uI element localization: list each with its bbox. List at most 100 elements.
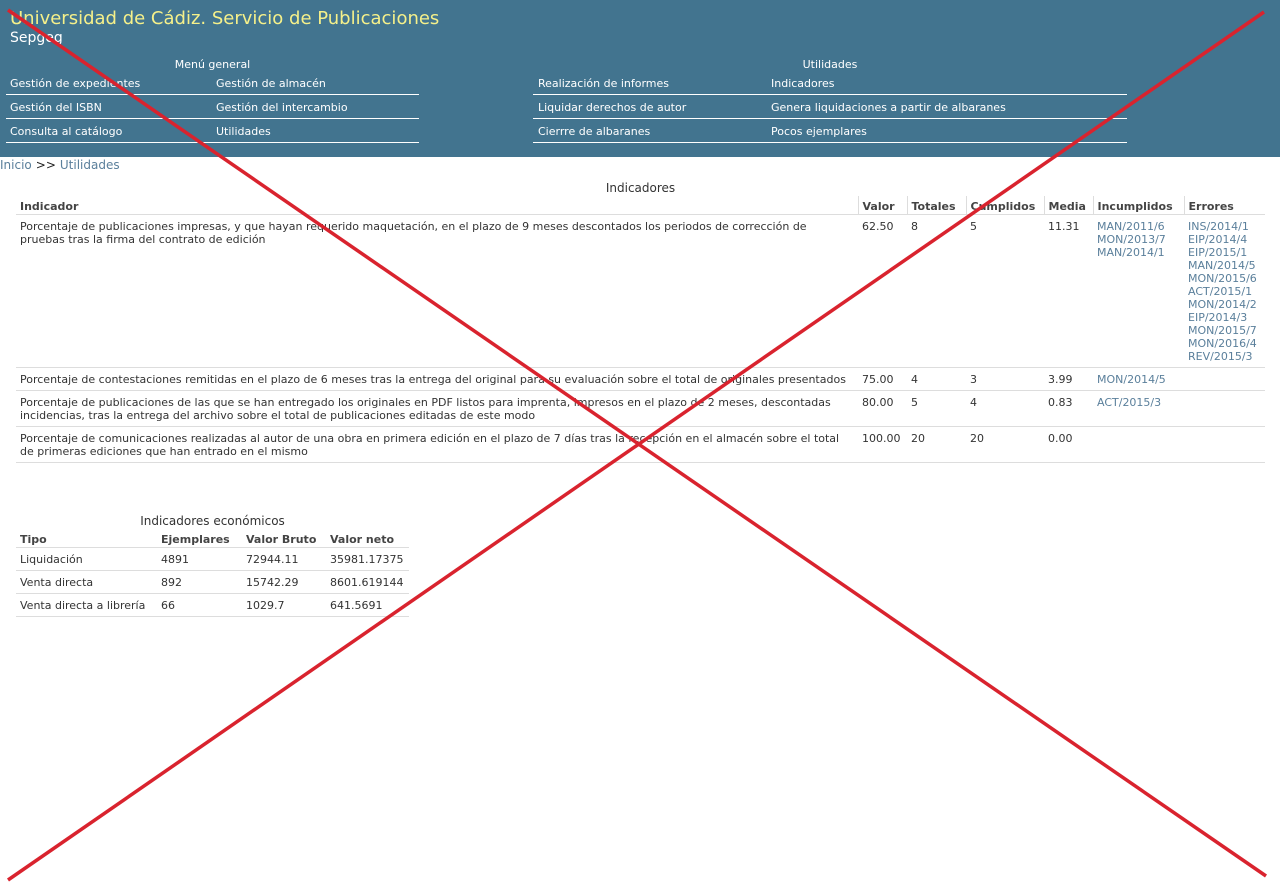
indicadores-body: Porcentaje de publicaciones impresas, y …: [16, 214, 1265, 463]
site-header: Universidad de Cádiz. Servicio de Public…: [0, 0, 1280, 157]
error-link[interactable]: MON/2015/6: [1188, 272, 1260, 285]
menu-item-genera-liquidaciones[interactable]: Genera liquidaciones a partir de albaran…: [771, 101, 1006, 114]
tipo-cell: Venta directa: [16, 570, 157, 594]
valor-cell: 80.00: [858, 390, 907, 427]
incumplidos-cell: ACT/2015/3: [1093, 390, 1184, 427]
site-title: Universidad de Cádiz. Servicio de Public…: [10, 8, 440, 29]
cumplidos-cell: 4: [966, 390, 1044, 427]
incumplido-link[interactable]: ACT/2015/3: [1097, 396, 1179, 409]
valor-cell: 100.00: [858, 426, 907, 463]
table-row: Porcentaje de comunicaciones realizadas …: [16, 426, 1265, 463]
incumplido-link[interactable]: MON/2014/5: [1097, 373, 1179, 386]
media-cell: 3.99: [1044, 367, 1093, 391]
economicos-header-row: Tipo Ejemplares Valor Bruto Valor neto: [16, 529, 409, 548]
menu-general-row: Gestión del ISBN Gestión del intercambio: [6, 95, 419, 119]
menu-general-title: Menú general: [174, 58, 251, 71]
menu-item-consulta-catalogo[interactable]: Consulta al catálogo: [10, 125, 122, 138]
errores-cell: [1184, 367, 1265, 391]
table-row: Porcentaje de publicaciones de las que s…: [16, 390, 1265, 427]
menu-item-gestion-isbn[interactable]: Gestión del ISBN: [10, 101, 102, 114]
totales-cell: 20: [907, 426, 966, 463]
column-header-cumplidos: Cumplidos: [965, 196, 1044, 215]
column-header-media: Media: [1043, 196, 1093, 215]
media-cell: 0.83: [1044, 390, 1093, 427]
error-link[interactable]: EIP/2014/3: [1188, 311, 1260, 324]
error-link[interactable]: EIP/2014/4: [1188, 233, 1260, 246]
table-row: Porcentaje de publicaciones impresas, y …: [16, 214, 1265, 368]
error-link[interactable]: MON/2016/4: [1188, 337, 1260, 350]
valor-bruto-cell: 72944.11: [242, 547, 326, 571]
table-row: Venta directa a librería 66 1029.7 641.5691: [16, 593, 409, 617]
error-link[interactable]: INS/2014/1: [1188, 220, 1260, 233]
column-header-valor-bruto: Valor Bruto: [242, 529, 326, 548]
indicador-cell: Porcentaje de publicaciones impresas, y …: [16, 214, 858, 368]
totales-cell: 4: [907, 367, 966, 391]
menu-item-gestion-expedientes[interactable]: Gestión de expedientes: [10, 77, 140, 90]
incumplidos-cell: MON/2014/5: [1093, 367, 1184, 391]
indicadores-header-row: Indicador Valor Totales Cumplidos Media …: [16, 196, 1265, 215]
economicos-caption: Indicadores económicos: [140, 514, 285, 528]
ejemplares-cell: 892: [157, 570, 242, 594]
menu-item-gestion-almacen[interactable]: Gestión de almacén: [216, 77, 326, 90]
indicador-cell: Porcentaje de comunicaciones realizadas …: [16, 426, 858, 463]
totales-cell: 8: [907, 214, 966, 368]
column-header-totales: Totales: [906, 196, 966, 215]
economicos-body: Liquidación 4891 72944.11 35981.17375 Venta …: [16, 547, 409, 617]
error-link[interactable]: MON/2015/7: [1188, 324, 1260, 337]
cumplidos-cell: 5: [966, 214, 1044, 368]
incumplido-link[interactable]: MON/2013/7: [1097, 233, 1179, 246]
column-header-valor: Valor: [857, 196, 907, 215]
breadcrumb-current-link[interactable]: Utilidades: [60, 158, 120, 172]
menu-general-row: Gestión de expedientes Gestión de almacé…: [6, 71, 419, 95]
valor-bruto-cell: 15742.29: [242, 570, 326, 594]
tipo-cell: Liquidación: [16, 547, 157, 571]
menu-utilidades-title: Utilidades: [802, 58, 858, 71]
incumplidos-cell: MAN/2011/6 MON/2013/7 MAN/2014/1: [1093, 214, 1184, 368]
breadcrumb: Inicio >> Utilidades: [0, 158, 120, 172]
menu-item-cierre-albaranes[interactable]: Cierrre de albaranes: [538, 125, 650, 138]
error-link[interactable]: EIP/2015/1: [1188, 246, 1260, 259]
breadcrumb-home-link[interactable]: Inicio: [0, 158, 32, 172]
column-header-tipo: Tipo: [16, 529, 157, 548]
menu-item-utilidades[interactable]: Utilidades: [216, 125, 271, 138]
error-link[interactable]: ACT/2015/1: [1188, 285, 1260, 298]
valor-neto-cell: 35981.17375: [326, 547, 409, 571]
cumplidos-cell: 3: [966, 367, 1044, 391]
column-header-ejemplares: Ejemplares: [157, 529, 242, 548]
menu-item-realizacion-informes[interactable]: Realización de informes: [538, 77, 669, 90]
column-header-indicador: Indicador: [16, 196, 858, 215]
indicador-cell: Porcentaje de publicaciones de las que s…: [16, 390, 858, 427]
valor-cell: 62.50: [858, 214, 907, 368]
incumplidos-cell: [1093, 426, 1184, 463]
table-row: Liquidación 4891 72944.11 35981.17375: [16, 547, 409, 571]
errores-cell: INS/2014/1 EIP/2014/4 EIP/2015/1 MAN/2014/5…: [1184, 214, 1265, 368]
menu-utilidades-row: Cierrre de albaranes Pocos ejemplares: [533, 119, 1127, 143]
economicos-table: Tipo Ejemplares Valor Bruto Valor neto L…: [16, 529, 409, 617]
column-header-errores: Errores: [1183, 196, 1265, 215]
menu-utilidades: Realización de informes Indicadores Liqu…: [533, 71, 1127, 143]
error-link[interactable]: MAN/2014/5: [1188, 259, 1260, 272]
indicador-cell: Porcentaje de contestaciones remitidas e…: [16, 367, 858, 391]
incumplido-link[interactable]: MAN/2014/1: [1097, 246, 1179, 259]
menu-item-liquidar-derechos[interactable]: Liquidar derechos de autor: [538, 101, 686, 114]
menu-general: Gestión de expedientes Gestión de almacé…: [6, 71, 419, 143]
menu-item-gestion-intercambio[interactable]: Gestión del intercambio: [216, 101, 348, 114]
valor-cell: 75.00: [858, 367, 907, 391]
totales-cell: 5: [907, 390, 966, 427]
ejemplares-cell: 66: [157, 593, 242, 617]
menu-item-pocos-ejemplares[interactable]: Pocos ejemplares: [771, 125, 867, 138]
media-cell: 0.00: [1044, 426, 1093, 463]
indicadores-caption: Indicadores: [605, 181, 676, 195]
incumplido-link[interactable]: MAN/2011/6: [1097, 220, 1179, 233]
table-row: Porcentaje de contestaciones remitidas e…: [16, 367, 1265, 391]
errores-cell: [1184, 426, 1265, 463]
menu-item-indicadores[interactable]: Indicadores: [771, 77, 835, 90]
error-link[interactable]: REV/2015/3: [1188, 350, 1260, 363]
valor-neto-cell: 8601.619144: [326, 570, 409, 594]
error-link[interactable]: MON/2014/2: [1188, 298, 1260, 311]
media-cell: 11.31: [1044, 214, 1093, 368]
ejemplares-cell: 4891: [157, 547, 242, 571]
errores-cell: [1184, 390, 1265, 427]
indicadores-table: Indicador Valor Totales Cumplidos Media …: [16, 196, 1265, 463]
table-row: Venta directa 892 15742.29 8601.619144: [16, 570, 409, 594]
